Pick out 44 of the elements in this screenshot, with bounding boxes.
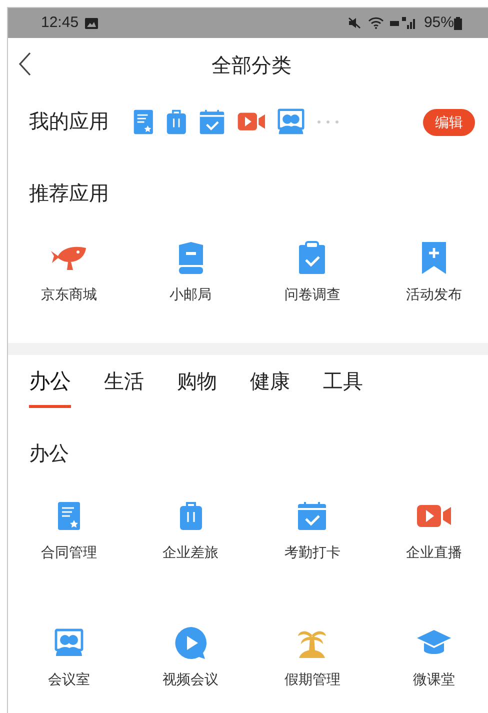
bookmark-plus-icon bbox=[421, 241, 448, 275]
app-label[interactable]: 活动发布 bbox=[406, 284, 462, 305]
app-label[interactable]: 企业差旅 bbox=[162, 542, 219, 563]
mute-icon bbox=[348, 17, 361, 29]
more-icon bbox=[317, 120, 340, 124]
video-camera-icon bbox=[416, 504, 452, 528]
video-camera-icon bbox=[236, 112, 266, 132]
category-tab[interactable]: 购物 bbox=[177, 369, 217, 408]
page-title: 全部分类 bbox=[212, 54, 292, 79]
suitcase-icon bbox=[166, 109, 187, 135]
back-button[interactable] bbox=[18, 52, 32, 76]
suitcase-icon bbox=[178, 501, 203, 531]
app-label[interactable]: 问卷调查 bbox=[284, 284, 340, 305]
back-icon bbox=[18, 52, 32, 76]
app-label[interactable]: 企业直播 bbox=[406, 542, 462, 563]
battery-icon bbox=[454, 16, 462, 30]
app-label[interactable]: 微课堂 bbox=[413, 669, 456, 690]
meeting-room-icon bbox=[277, 108, 306, 136]
category-tab[interactable]: 工具 bbox=[323, 369, 363, 408]
app-label[interactable]: 会议室 bbox=[48, 669, 90, 690]
section-title: 办公 bbox=[29, 442, 69, 467]
app-label[interactable]: 考勤打卡 bbox=[284, 542, 340, 563]
play-bubble-icon bbox=[174, 626, 208, 660]
app-label[interactable]: 合同管理 bbox=[40, 542, 97, 563]
category-tab[interactable]: 健康 bbox=[250, 369, 290, 408]
category-tab[interactable]: 生活 bbox=[104, 369, 144, 408]
signal-icon bbox=[390, 17, 418, 29]
category-tab[interactable]: 办公 bbox=[29, 369, 71, 408]
app-label[interactable]: 假期管理 bbox=[284, 669, 340, 690]
battery-percent: 95% bbox=[424, 12, 454, 33]
calendar-check-icon bbox=[297, 501, 328, 531]
wifi-icon bbox=[368, 17, 384, 29]
section-title: 推荐应用 bbox=[29, 182, 109, 207]
app-label[interactable]: 小邮局 bbox=[170, 284, 212, 305]
meeting-room-icon bbox=[54, 628, 84, 658]
mailbox-icon bbox=[178, 241, 204, 275]
app-label[interactable]: 京东商城 bbox=[40, 284, 97, 305]
calendar-check-icon bbox=[198, 109, 225, 135]
edit-button[interactable]: 编辑 bbox=[423, 108, 475, 136]
section-title: 我的应用 bbox=[29, 110, 109, 135]
status-time: 12:45 bbox=[41, 12, 79, 33]
app-label[interactable]: 视频会议 bbox=[162, 669, 219, 690]
image-icon bbox=[84, 18, 98, 28]
clipboard-check-icon bbox=[298, 241, 326, 275]
